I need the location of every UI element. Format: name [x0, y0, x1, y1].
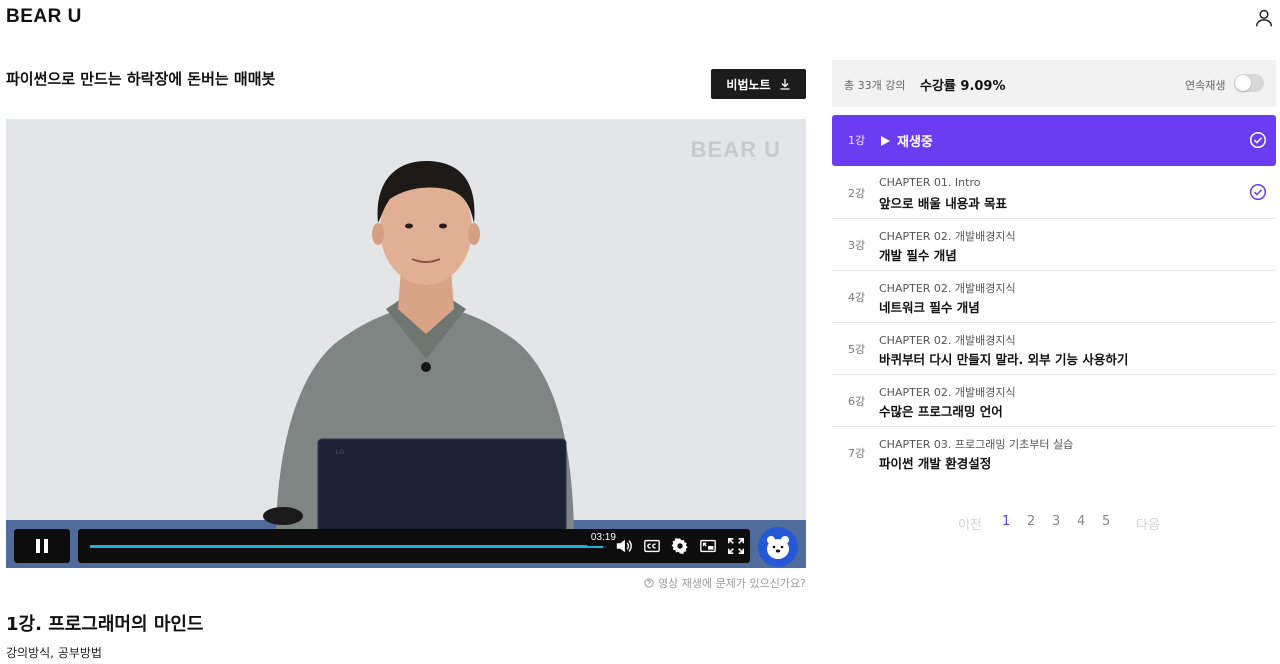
play-icon — [881, 135, 890, 146]
page-5[interactable]: 5 — [1102, 514, 1136, 533]
cc-icon — [644, 539, 660, 553]
check-circle-icon — [1249, 183, 1267, 201]
total-lessons-label: 총 33개 강의 — [844, 79, 906, 92]
lesson-chapter: CHAPTER 02. 개발배경지식 — [879, 386, 1016, 399]
bear-icon — [767, 536, 789, 559]
now-playing-label: 재생중 — [897, 135, 933, 150]
curriculum-header: 총 33개 강의 수강률 9.09% 연속재생 — [832, 60, 1276, 107]
bear-mascot-button[interactable] — [758, 527, 798, 567]
video-frame: LG — [6, 161, 806, 568]
fullscreen-icon — [727, 537, 745, 555]
lesson-title: 수많은 프로그래밍 언어 — [879, 404, 1003, 419]
page-4[interactable]: 4 — [1077, 514, 1102, 533]
lesson-number: 5강 — [848, 343, 866, 356]
lesson-chapter: CHAPTER 03. 프로그래밍 기초부터 실습 — [879, 438, 1074, 451]
secret-note-button[interactable]: 비법노트 — [711, 69, 806, 99]
pagination-prev[interactable]: 이전 — [958, 514, 1002, 533]
check-circle-icon — [1249, 131, 1267, 149]
lesson-item-4[interactable]: 4강 CHAPTER 02. 개발배경지식 네트워크 필수 개념 — [832, 271, 1276, 323]
video-player[interactable]: LG BEAR U 03:19 — [6, 119, 806, 568]
lesson-item-5[interactable]: 5강 CHAPTER 02. 개발배경지식 바퀴부터 다시 만들지 말라. 외부… — [832, 323, 1276, 375]
toggle-knob — [1235, 75, 1251, 91]
lesson-number: 4강 — [848, 291, 866, 304]
course-title: 파이썬으로 만드는 하락장에 돈버는 매매봇 — [6, 70, 276, 88]
lesson-number: 1강 — [848, 134, 866, 147]
lesson-title: 파이썬 개발 환경설정 — [879, 456, 992, 471]
completion-rate: 수강률 9.09% — [920, 79, 1006, 94]
lesson-title: 네트워크 필수 개념 — [879, 300, 980, 315]
lesson-item-6[interactable]: 6강 CHAPTER 02. 개발배경지식 수많은 프로그래밍 언어 — [832, 375, 1276, 427]
lesson-title: 앞으로 배울 내용과 목표 — [879, 196, 1008, 211]
download-icon — [780, 79, 790, 90]
lesson-list: 1강 재생중 2강 CHAPTER 01. Intro 앞으로 배울 내용과 목… — [832, 115, 1276, 479]
lesson-chapter: CHAPTER 01. Intro — [879, 176, 981, 189]
report-problem-link[interactable]: 영상 재생에 문제가 있으신가요? — [644, 575, 806, 591]
secret-note-label: 비법노트 — [726, 77, 771, 92]
autoplay-label: 연속재생 — [1185, 79, 1226, 92]
autoplay-toggle[interactable] — [1234, 74, 1264, 92]
help-circle-icon — [644, 578, 654, 588]
volume-button[interactable] — [614, 537, 634, 555]
lesson-number: 2강 — [848, 187, 866, 200]
progress-panel: 03:19 — [78, 529, 750, 563]
lesson-chapter: CHAPTER 02. 개발배경지식 — [879, 334, 1016, 347]
user-icon[interactable] — [1253, 7, 1275, 29]
pause-icon — [36, 539, 40, 553]
volume-icon — [616, 539, 632, 553]
captions-button[interactable] — [642, 537, 662, 555]
lesson-item-7[interactable]: 7강 CHAPTER 03. 프로그래밍 기초부터 실습 파이썬 개발 환경설정 — [832, 427, 1276, 479]
video-watermark: BEAR U — [690, 137, 781, 162]
seek-bar-fill — [90, 545, 604, 548]
lesson-chapter: CHAPTER 02. 개발배경지식 — [879, 282, 1016, 295]
top-header: BEAR U — [0, 0, 1280, 40]
pip-button[interactable] — [698, 537, 718, 555]
lesson-title: 개발 필수 개념 — [879, 248, 957, 263]
lesson-number: 7강 — [848, 447, 866, 460]
pagination: 이전 1 2 3 4 5 다음 — [958, 514, 1160, 533]
lesson-number: 6강 — [848, 395, 866, 408]
report-problem-label: 영상 재생에 문제가 있으신가요? — [658, 577, 806, 590]
page-3[interactable]: 3 — [1052, 514, 1077, 533]
pip-icon — [700, 539, 716, 553]
logo[interactable]: BEAR U — [6, 6, 82, 28]
lesson-number: 3강 — [848, 239, 866, 252]
player-controls: 03:19 — [6, 527, 806, 567]
lesson-chapter: CHAPTER 02. 개발배경지식 — [879, 230, 1016, 243]
lesson-item-3[interactable]: 3강 CHAPTER 02. 개발배경지식 개발 필수 개념 — [832, 219, 1276, 271]
pause-button[interactable] — [14, 529, 70, 563]
lesson-subtitle: 강의방식, 공부방법 — [6, 646, 102, 660]
lesson-heading: 1강. 프로그래머의 마인드 — [6, 614, 204, 635]
svg-text:LG: LG — [336, 450, 344, 456]
settings-icon — [671, 538, 688, 555]
seek-bar[interactable]: 03:19 — [90, 529, 620, 548]
page-1[interactable]: 1 — [1002, 514, 1027, 533]
pagination-next[interactable]: 다음 — [1136, 514, 1160, 533]
lesson-title: 바퀴부터 다시 만들지 말라. 외부 기능 사용하기 — [879, 352, 1129, 367]
lesson-item-2[interactable]: 2강 CHAPTER 01. Intro 앞으로 배울 내용과 목표 — [832, 167, 1276, 219]
fullscreen-button[interactable] — [726, 537, 746, 555]
lesson-item-1[interactable]: 1강 재생중 — [832, 115, 1276, 166]
settings-button[interactable] — [670, 537, 690, 555]
page-2[interactable]: 2 — [1027, 514, 1052, 533]
now-playing: 재생중 — [881, 131, 933, 150]
